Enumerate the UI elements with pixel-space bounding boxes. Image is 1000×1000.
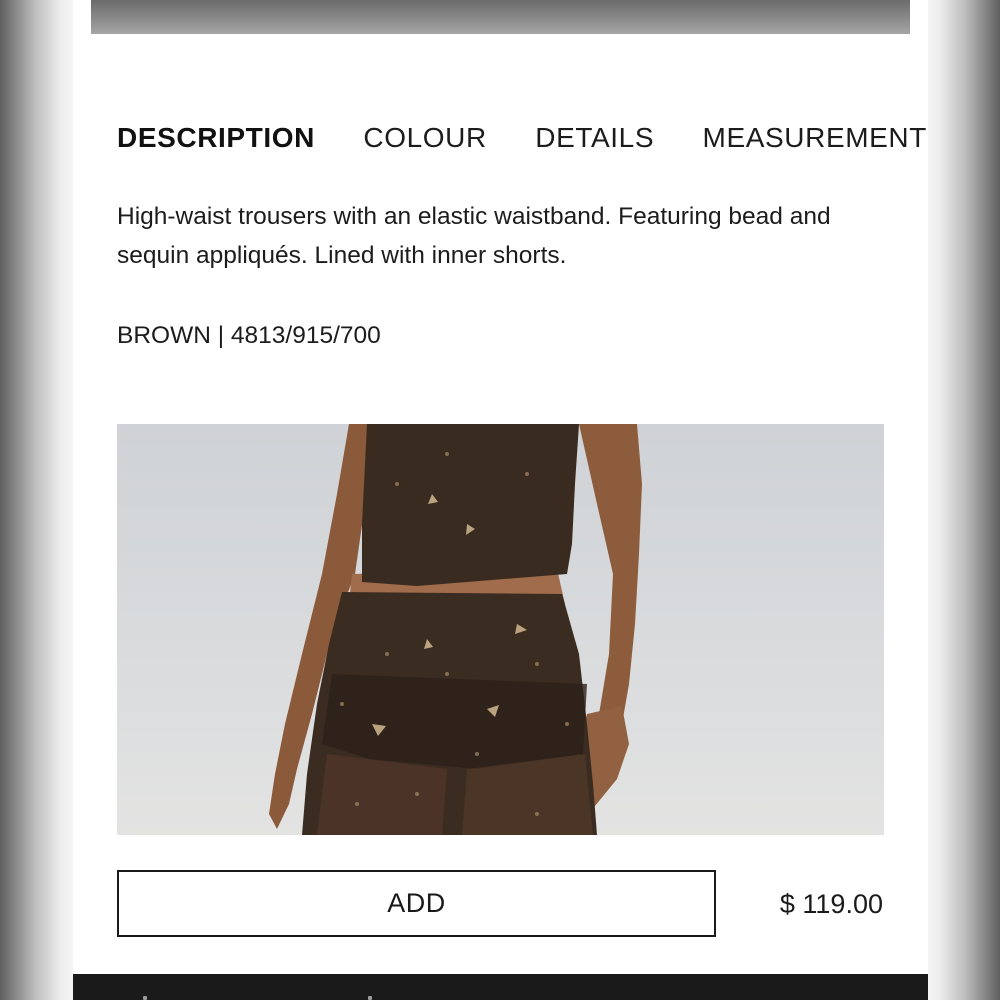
product-photo [117, 424, 884, 835]
tab-details[interactable]: DETAILS [535, 120, 654, 156]
tab-colour[interactable]: COLOUR [363, 120, 486, 156]
product-screen: DESCRIPTION COLOUR DETAILS MEASUREMENT H… [73, 0, 928, 1000]
previous-product-image [91, 0, 910, 34]
add-to-bag-button[interactable]: ADD [117, 870, 716, 937]
nav-icon-hint [143, 996, 147, 1000]
product-price: $ 119.00 [779, 889, 883, 919]
tab-description[interactable]: DESCRIPTION [117, 120, 315, 156]
model-illustration [269, 424, 642, 835]
nav-icon-hint [368, 996, 372, 1000]
product-description: High-waist trousers with an elastic wais… [117, 203, 831, 269]
bottom-navigation-bar [73, 974, 928, 1000]
product-info-tabs: DESCRIPTION COLOUR DETAILS MEASUREMENT [117, 120, 928, 156]
colour-reference: BROWN | 4813/915/700 [117, 322, 381, 349]
tab-measurement[interactable]: MEASUREMENT [703, 120, 927, 156]
